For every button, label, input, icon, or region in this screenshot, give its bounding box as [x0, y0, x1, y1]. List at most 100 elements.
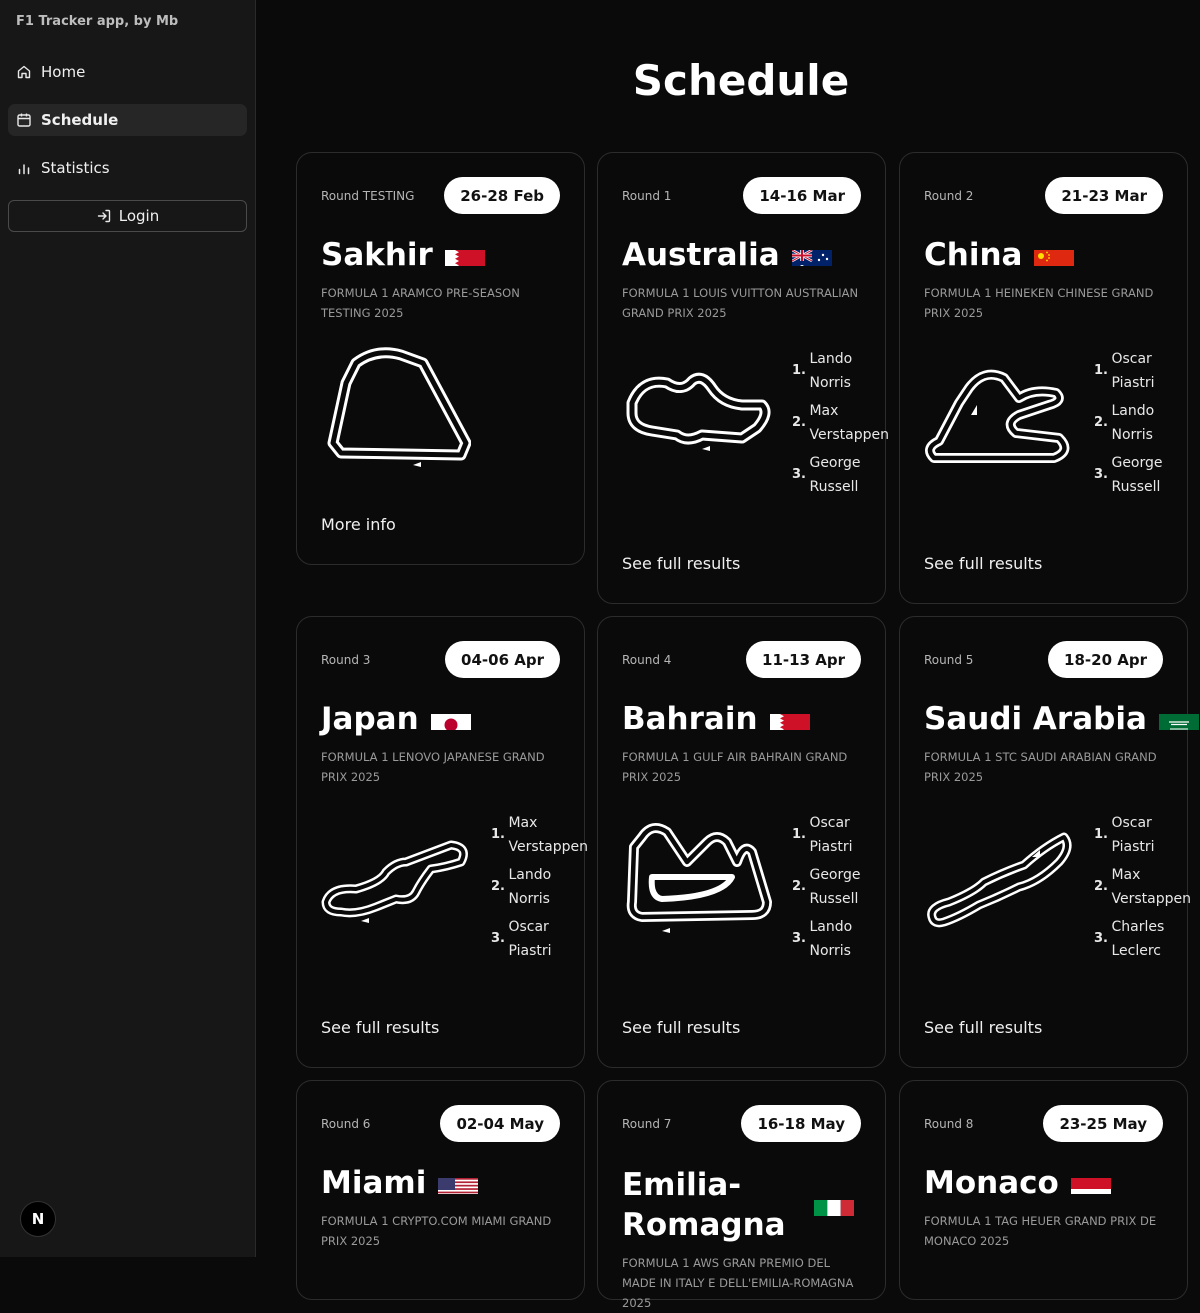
home-icon: [16, 64, 32, 80]
podium-position: 2.: [792, 415, 806, 430]
sidebar-item-label: Home: [41, 63, 86, 81]
sidebar-item-label: Schedule: [41, 111, 119, 129]
grand-prix-name: FORMULA 1 AWS GRAN PREMIO DEL MADE IN IT…: [622, 1256, 854, 1310]
grand-prix-name: FORMULA 1 LENOVO JAPANESE GRAND PRIX 202…: [321, 750, 545, 784]
round-label: Round 4: [622, 653, 672, 667]
country-name: Bahrain: [622, 701, 810, 737]
race-card: Round 5 18-20 Apr Saudi Arabia FORMULA 1…: [899, 616, 1199, 1068]
round-label: Round 7: [622, 1117, 672, 1131]
china-flag-icon: [1034, 244, 1075, 266]
round-label: Round 3: [321, 653, 371, 667]
circuit-map-icon: [626, 372, 771, 451]
podium-position: 1.: [1094, 827, 1108, 842]
podium-position: 1.: [491, 827, 505, 842]
country-name: Emilia-Romagna: [622, 1165, 862, 1245]
grand-prix-name: FORMULA 1 TAG HEUER GRAND PRIX DE MONACO…: [924, 1214, 1157, 1248]
saudi-arabia-flag-icon: [1158, 708, 1199, 730]
more-info-link[interactable]: More info: [321, 515, 396, 534]
podium-position: 3.: [1094, 467, 1108, 482]
podium-position: 3.: [792, 931, 806, 946]
sidebar-item-label: Statistics: [41, 159, 110, 177]
race-card: Round 6 02-04 May Miami FORMULA 1 CRYPTO…: [296, 1080, 585, 1300]
page-title: Schedule: [632, 56, 850, 105]
nextjs-badge[interactable]: N: [20, 1201, 56, 1237]
grand-prix-name: FORMULA 1 CRYPTO.COM MIAMI GRAND PRIX 20…: [321, 1214, 552, 1248]
grand-prix-name: FORMULA 1 HEINEKEN CHINESE GRAND PRIX 20…: [924, 286, 1154, 320]
podium-row: 2. Max Verstappen: [792, 399, 892, 447]
driver-name: Lando Norris: [508, 867, 552, 907]
round-label: Round 5: [924, 653, 974, 667]
sidebar-item-home[interactable]: Home: [8, 56, 247, 88]
country-name: Monaco: [924, 1165, 1111, 1201]
podium-list: 1. Oscar Piastri 2. Lando Norris 3. George …: [1094, 347, 1194, 503]
race-card: Round 3 04-06 Apr Japan FORMULA 1 LENOVO…: [296, 616, 588, 1068]
podium-list: 1. Oscar Piastri 2. George Russell 3. Lando…: [792, 811, 892, 967]
driver-name: Oscar Piastri: [1111, 815, 1155, 855]
sidebar: F1 Tracker app, by Mb Home Schedule Stat…: [0, 0, 256, 1257]
full-results-link[interactable]: See full results: [924, 554, 1042, 573]
driver-name: George Russell: [809, 455, 861, 495]
country-label: Japan: [321, 701, 419, 737]
country-label: Emilia-Romagna: [622, 1167, 786, 1243]
full-results-link[interactable]: See full results: [924, 1018, 1042, 1037]
podium-row: 1. Lando Norris: [792, 347, 892, 395]
podium-row: 2. Max Verstappen: [1094, 863, 1194, 911]
bahrain-flag-icon: [769, 708, 810, 730]
country-label: Saudi Arabia: [924, 701, 1147, 737]
country-label: China: [924, 237, 1023, 273]
podium-position: 1.: [792, 363, 806, 378]
race-card: Round TESTING 26-28 Feb Sakhir FORMULA 1…: [296, 152, 585, 565]
round-label: Round 2: [924, 189, 974, 203]
sidebar-item-schedule[interactable]: Schedule: [8, 104, 247, 136]
login-button[interactable]: Login: [8, 200, 247, 232]
podium-row: 2. Lando Norris: [1094, 399, 1194, 447]
country-name: Australia: [622, 237, 832, 273]
race-card: Round 8 23-25 May Monaco FORMULA 1 TAG H…: [899, 1080, 1188, 1300]
date-badge: 14-16 Mar: [743, 177, 861, 214]
circuit-map-icon: [321, 840, 468, 923]
full-results-link[interactable]: See full results: [622, 1018, 740, 1037]
calendar-icon: [16, 112, 32, 128]
podium-row: 3. Lando Norris: [792, 915, 892, 963]
podium-position: 2.: [1094, 415, 1108, 430]
podium-position: 2.: [491, 879, 505, 894]
race-card: Round 2 21-23 Mar China FORMULA 1 HEINEK…: [899, 152, 1188, 604]
italy-flag-icon: [814, 1194, 854, 1216]
full-results-link[interactable]: See full results: [622, 554, 740, 573]
app-title: F1 Tracker app, by Mb: [16, 14, 179, 29]
date-badge: 26-28 Feb: [444, 177, 560, 214]
bar-chart-icon: [16, 160, 32, 176]
circuit-map-icon: [927, 832, 1072, 928]
podium-row: 1. Max Verstappen: [491, 811, 591, 859]
podium-row: 3. George Russell: [792, 451, 892, 499]
driver-name: Max Verstappen: [1111, 867, 1191, 907]
usa-flag-icon: [438, 1172, 479, 1194]
country-label: Bahrain: [622, 701, 758, 737]
race-card: Round 1 14-16 Mar Australia FORMULA 1 LO…: [597, 152, 889, 604]
sidebar-item-statistics[interactable]: Statistics: [8, 152, 247, 184]
date-badge: 18-20 Apr: [1048, 641, 1163, 678]
full-results-link[interactable]: See full results: [321, 1018, 439, 1037]
grand-prix-name: FORMULA 1 STC SAUDI ARABIAN GRAND PRIX 2…: [924, 750, 1157, 784]
japan-flag-icon: [430, 708, 471, 730]
podium-list: 1. Oscar Piastri 2. Max Verstappen 3. Charl…: [1094, 811, 1194, 967]
round-label: Round TESTING: [321, 189, 415, 203]
round-label: Round 6: [321, 1117, 371, 1131]
country-label: Miami: [321, 1165, 427, 1201]
race-card: Round 4 11-13 Apr Bahrain FORMULA 1 GULF…: [597, 616, 886, 1068]
driver-name: Oscar Piastri: [508, 919, 552, 959]
monaco-flag-icon: [1070, 1172, 1111, 1194]
podium-row: 1. Oscar Piastri: [1094, 347, 1194, 395]
bahrain-flag-icon: [444, 244, 485, 266]
country-name: Sakhir: [321, 237, 485, 273]
podium-position: 3.: [491, 931, 505, 946]
login-icon: [96, 208, 112, 224]
podium-position: 2.: [792, 879, 806, 894]
australia-flag-icon: [791, 244, 832, 266]
country-label: Monaco: [924, 1165, 1059, 1201]
podium-list: 1. Max Verstappen 2. Lando Norris 3. Oscar …: [491, 811, 591, 967]
country-name: China: [924, 237, 1075, 273]
podium-row: 3. Charles Leclerc: [1094, 915, 1194, 963]
badge-letter: N: [31, 1210, 45, 1228]
driver-name: Lando Norris: [809, 919, 853, 959]
